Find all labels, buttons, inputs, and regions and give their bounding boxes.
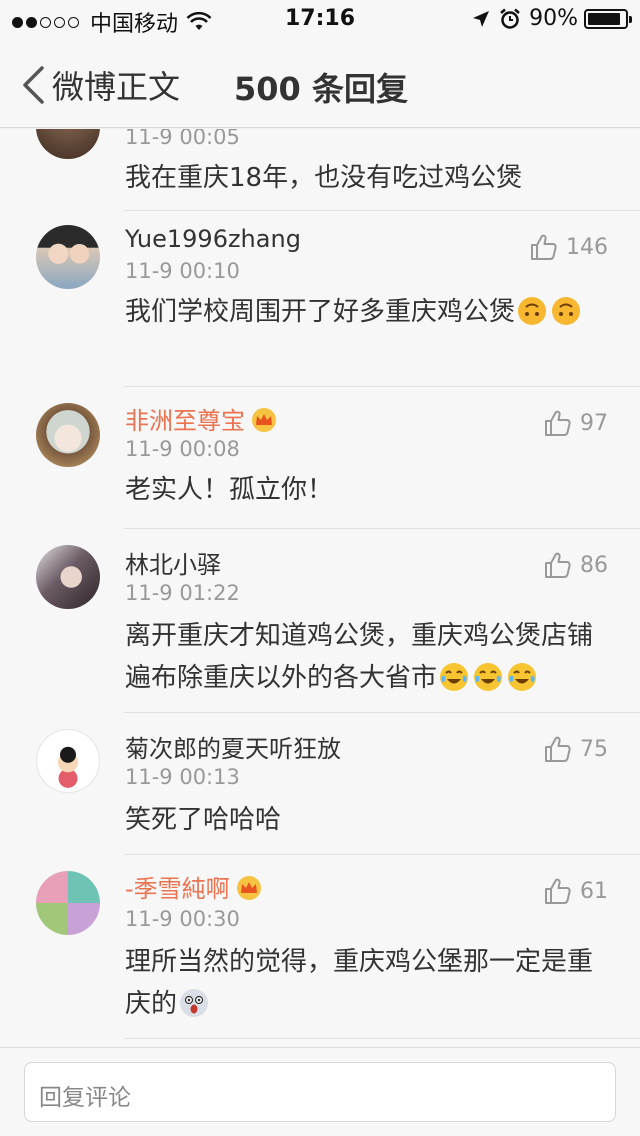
like-count: 61 [580,878,608,904]
upside-down-face-icon [552,297,581,325]
back-label: 微博正文 [52,68,181,106]
thumbs-up-icon [531,234,557,260]
comment-item[interactable]: 林北小驿 11-9 01:22 86 离开重庆才知道鸡公煲，重庆鸡公煲店铺遍布除… [0,529,640,713]
username[interactable]: -季雪純啊 [125,869,264,904]
avatar[interactable] [36,403,100,467]
status-bar: 中国移动 17:16 90% [0,0,640,40]
avatar[interactable] [36,225,100,289]
comment-item[interactable]: 非洲至尊宝 11-9 00:08 97 老实人！孤立你！ [0,387,640,529]
comment-time: 11-9 00:30 [125,907,240,931]
battery-percent: 90% [529,6,578,31]
thumbs-up-icon [545,552,571,578]
username[interactable]: 林北小驿 [125,545,221,580]
comment-list[interactable]: 11-9 00:05 我在重庆18年，也没有吃过鸡公煲 Yue1996zhang… [0,129,640,1047]
like-count: 146 [566,234,608,260]
thumbs-up-icon [545,736,571,762]
battery-fill [588,12,621,25]
username-text: 非洲至尊宝 [125,407,245,435]
like-button[interactable]: 86 [544,551,608,579]
nav-bar: 微博正文 500 条回复 [0,40,640,128]
like-button[interactable]: 146 [530,233,608,261]
avatar[interactable] [36,729,100,793]
comment-time: 11-9 01:22 [125,581,240,605]
comment-time: 11-9 00:05 [125,129,240,149]
comment-time: 11-9 00:13 [125,765,240,789]
username[interactable]: Yue1996zhang [125,225,301,253]
location-arrow-icon [473,10,490,27]
comment-time: 11-9 00:10 [125,259,240,283]
divider [124,1038,640,1039]
page-title: 500 条回复 [234,70,408,108]
avatar[interactable] [36,129,100,159]
username[interactable]: 菊次郎的夏天听狂放 [125,729,341,764]
alarm-icon [500,8,520,29]
avatar[interactable] [36,545,100,609]
comment-text: 离开重庆才知道鸡公煲，重庆鸡公煲店铺遍布除重庆以外的各大省市 [125,615,615,699]
comment-item[interactable]: Yue1996zhang 11-9 00:10 146 我们学校周围开了好多重庆… [0,211,640,387]
back-button[interactable]: 微博正文 [20,62,180,108]
username[interactable]: 非洲至尊宝 [125,401,279,436]
comment-item[interactable]: -季雪純啊 11-9 00:30 61 理所当然的觉得，重庆鸡公堡那一定是重庆的 [0,855,640,1039]
comment-text: 我们学校周围开了好多重庆鸡公煲 [125,291,615,333]
thumbs-up-icon [545,878,571,904]
reply-comment-input[interactable]: 回复评论 [24,1062,616,1122]
comment-text: 理所当然的觉得，重庆鸡公堡那一定是重庆的 [125,941,615,1025]
avatar[interactable] [36,871,100,935]
username-text: -季雪純啊 [125,875,230,903]
upside-down-face-icon [518,297,547,325]
like-button[interactable]: 61 [544,877,608,905]
chevron-left-icon [23,66,44,104]
like-count: 86 [580,552,608,578]
comment-text: 老实人！孤立你！ [125,475,334,505]
reply-bar: 回复评论 [0,1047,640,1136]
comment-text: 笑死了哈哈哈 [125,805,282,835]
status-right: 90% [471,6,632,31]
vip-crown-icon [252,408,276,432]
thumbs-up-icon [545,410,571,436]
comment-time: 11-9 00:08 [125,437,240,461]
comment-item[interactable]: 菊次郎的夏天听狂放 11-9 00:13 75 笑死了哈哈哈 [0,713,640,855]
comment-text-content: 我们学校周围开了好多重庆鸡公煲 [125,297,516,327]
like-count: 75 [580,736,608,762]
vip-crown-icon [236,876,261,900]
like-button[interactable]: 75 [544,735,608,763]
comment-text: 我在重庆18年，也没有吃过鸡公煲 [125,163,523,193]
like-count: 97 [580,410,608,436]
comment-item[interactable]: 11-9 00:05 我在重庆18年，也没有吃过鸡公煲 [0,129,640,211]
shocked-face-icon [180,989,209,1017]
tears-of-joy-icon [508,663,537,691]
battery-icon [584,8,632,29]
tears-of-joy-icon [474,663,503,691]
like-button[interactable]: 97 [544,409,608,437]
tears-of-joy-icon [440,663,469,691]
